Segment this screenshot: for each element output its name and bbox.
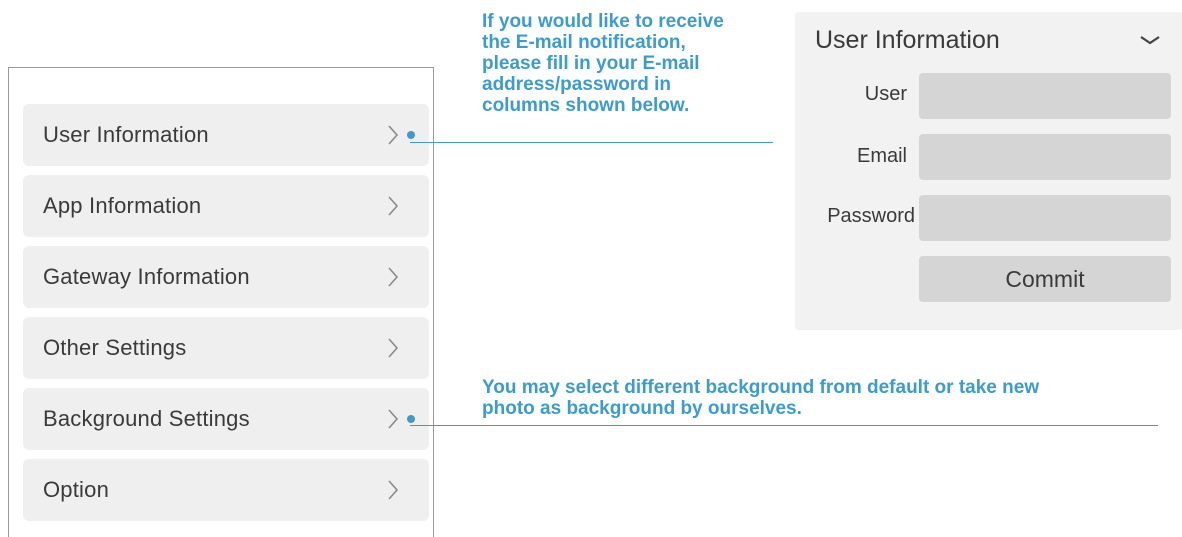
menu-item-other-settings[interactable]: Other Settings [23, 317, 429, 379]
callout-line: the E-mail notification, [482, 32, 686, 53]
user-input[interactable] [919, 73, 1171, 119]
menu-item-gateway-information[interactable]: Gateway Information [23, 246, 429, 308]
menu-item-label: Background Settings [43, 406, 250, 431]
callout-anchor-dot [407, 415, 415, 423]
chevron-right-icon [388, 267, 399, 287]
menu-item-label: App Information [43, 193, 202, 218]
menu-item-background-settings[interactable]: Background Settings [23, 388, 429, 450]
callout-line: address/password in [482, 74, 672, 95]
user-label: User [864, 83, 907, 105]
user-info-callout: If you would like to receive the E-mail … [482, 11, 724, 116]
callout-line: columns shown below. [482, 95, 690, 116]
card-title: User Information [815, 26, 1000, 54]
callout-line: If you would like to receive [482, 11, 724, 32]
email-label: Email [856, 145, 907, 167]
password-label: Password [827, 205, 915, 227]
commit-button[interactable]: Commit [919, 256, 1171, 302]
callout-line: please fill in your E-mail [482, 53, 700, 74]
callout-line: You may select different background from… [482, 377, 1040, 398]
password-input[interactable] [919, 195, 1171, 241]
menu-item-app-information[interactable]: App Information [23, 175, 429, 237]
user-info-leader-line [410, 142, 773, 143]
background-callout: You may select different background from… [482, 377, 1039, 419]
menu-item-option[interactable]: Option [23, 459, 429, 521]
menu-item-label: Option [43, 477, 110, 502]
chevron-right-icon [388, 409, 399, 429]
chevron-down-icon[interactable] [1139, 34, 1161, 46]
user-information-card: User Information User Email Password Com… [795, 12, 1182, 330]
email-input[interactable] [919, 134, 1171, 180]
callout-line: photo as background by ourselves. [482, 398, 802, 419]
chevron-right-icon [388, 125, 399, 145]
menu-item-label: User Information [43, 122, 209, 147]
menu-item-label: Gateway Information [43, 264, 250, 289]
background-leader-line [410, 425, 1158, 426]
chevron-right-icon [388, 196, 399, 216]
chevron-right-icon [388, 480, 399, 500]
chevron-right-icon [388, 338, 399, 358]
settings-panel: User Information App Information Gateway… [8, 67, 434, 537]
menu-item-user-information[interactable]: User Information [23, 104, 429, 166]
menu-item-label: Other Settings [43, 335, 187, 360]
callout-anchor-dot [407, 131, 415, 139]
